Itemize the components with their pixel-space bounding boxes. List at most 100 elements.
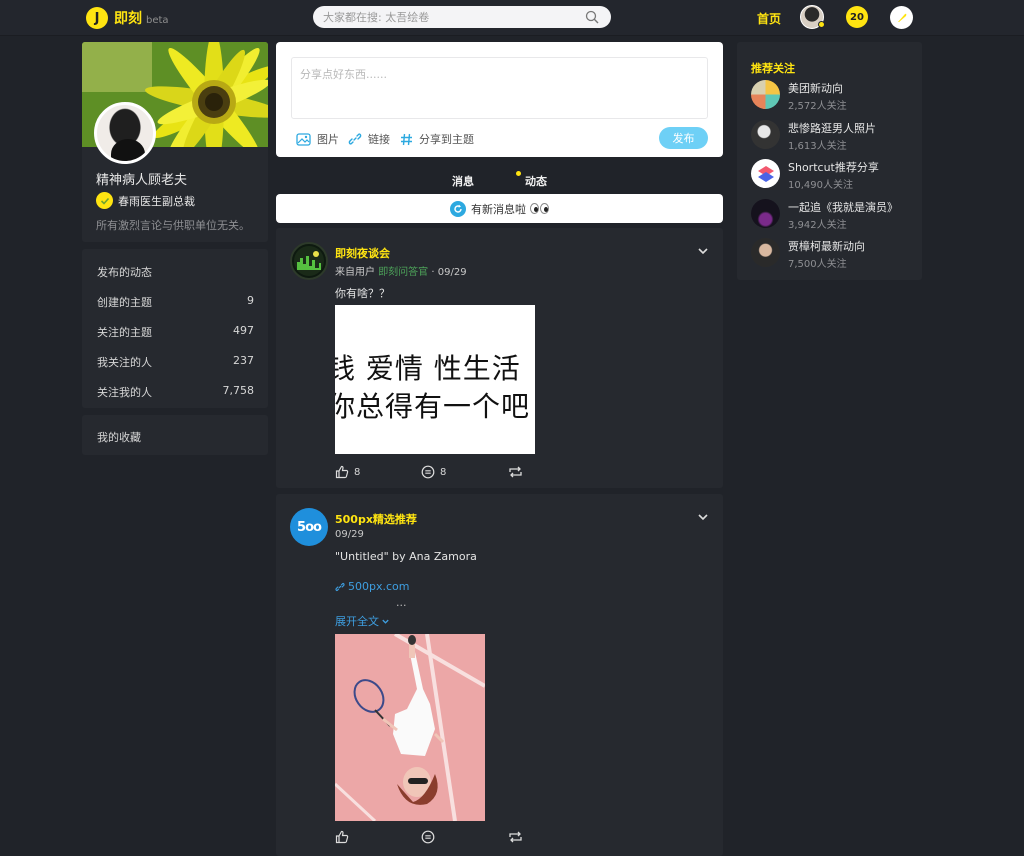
recommend-name: 悲惨路逛男人照片 (788, 122, 876, 135)
profile-name[interactable]: 精神病人顾老夫 (96, 169, 187, 188)
recommend-title: 推荐关注 (751, 62, 795, 75)
recommend-name: 贾樟柯最新动向 (788, 240, 865, 253)
refresh-icon (450, 200, 466, 217)
post-from-source[interactable]: 即刻问答官 (378, 267, 428, 278)
feather-pen-icon (897, 13, 906, 22)
stat-row-following[interactable]: 我关注的人 237 (97, 354, 254, 370)
recommend-followers: 2,572人关注 (788, 101, 847, 112)
logo-badge: J (86, 7, 108, 29)
publish-button[interactable]: 发布 (659, 127, 708, 149)
stat-row-followed-topics[interactable]: 关注的主题 497 (97, 324, 254, 340)
search-icon[interactable] (585, 10, 599, 24)
recommend-avatar (751, 80, 780, 109)
chevron-down-icon (382, 619, 389, 624)
recommend-item[interactable]: 一起追《我就是演员》 3,942人关注 (751, 199, 916, 231)
post-author-avatar[interactable]: 5oo (290, 508, 328, 546)
profile-card: 精神病人顾老夫 春雨医生副总裁 所有激烈言论与供职单位无关。 (82, 42, 268, 242)
beta-label: beta (146, 14, 169, 26)
recommend-name: 一起追《我就是演员》 (788, 201, 898, 214)
recommend-name: Shortcut推荐分享 (788, 161, 879, 174)
stat-row-followers[interactable]: 关注我的人 7,758 (97, 384, 254, 400)
repost-button[interactable] (508, 830, 523, 844)
feed-post: 即刻夜谈会 来自用户 即刻问答官 · 09/29 你有啥？？ 钱 爱情 性生活 … (276, 228, 723, 488)
composer-textarea[interactable] (291, 57, 708, 119)
online-indicator (818, 21, 825, 28)
post-composer: 图片 链接 分享到主题 发布 (276, 42, 723, 157)
stat-label: 创建的主题 (97, 296, 152, 309)
profile-badge-text: 春雨医生副总裁 (118, 194, 195, 208)
recommend-avatar (751, 120, 780, 149)
logo[interactable]: J 即刻 beta (86, 6, 169, 30)
add-link-button[interactable]: 链接 (348, 131, 390, 147)
feed-tabs: 消息 动态 (276, 170, 723, 190)
recommend-followers: 7,500人关注 (788, 259, 847, 270)
nav-home-link[interactable]: 首页 (757, 10, 781, 27)
profile-badge-row: 春雨医生副总裁 (96, 192, 195, 209)
like-button[interactable] (335, 830, 349, 844)
share-to-topic-button[interactable]: 分享到主题 (400, 131, 474, 147)
post-author-avatar[interactable] (290, 242, 328, 280)
recommend-item[interactable]: 悲惨路逛男人照片 1,613人关注 (751, 120, 916, 152)
compose-button[interactable] (890, 6, 913, 29)
recommend-avatar (751, 238, 780, 267)
image-label: 图片 (317, 133, 339, 146)
stat-row-created-topics[interactable]: 创建的主题 9 (97, 294, 254, 310)
add-image-button[interactable]: 图片 (296, 131, 339, 147)
post-from-prefix: 来自用户 (335, 267, 375, 278)
new-messages-banner[interactable]: 有新消息啦 (276, 194, 723, 223)
profile-avatar[interactable] (94, 102, 156, 164)
post-date: · 09/29 (431, 267, 467, 278)
notification-badge[interactable]: 20 (846, 6, 868, 28)
unread-dot (516, 171, 521, 176)
stat-row-posts[interactable]: 发布的动态 (97, 264, 254, 280)
post-link[interactable]: 500px.com (335, 580, 409, 593)
tab-messages[interactable]: 消息 (452, 173, 474, 189)
recommend-name: 美团新动向 (788, 82, 843, 95)
link-label: 链接 (368, 133, 390, 146)
recommend-followers: 10,490人关注 (788, 180, 853, 191)
stat-label: 我关注的人 (97, 356, 152, 369)
stat-label: 关注我的人 (97, 386, 152, 399)
app-name: 即刻 (114, 11, 142, 27)
recommend-followers: 1,613人关注 (788, 141, 847, 152)
recommend-item[interactable]: Shortcut推荐分享 10,490人关注 (751, 159, 916, 191)
stat-value: 7,758 (222, 384, 255, 397)
comment-icon (421, 465, 435, 479)
comment-button[interactable] (421, 830, 435, 844)
favorites-card[interactable]: 我的收藏 (82, 415, 268, 455)
link-icon (335, 582, 345, 591)
comment-button[interactable]: 8 (421, 465, 446, 479)
post-meta: 来自用户 即刻问答官 · 09/29 (335, 263, 467, 278)
chevron-down-icon[interactable] (697, 245, 709, 257)
recommend-item[interactable]: 美团新动向 2,572人关注 (751, 80, 916, 112)
search-box (313, 6, 611, 28)
recommend-avatar (751, 159, 780, 188)
hashtag-icon (400, 133, 413, 146)
profile-bio: 所有激烈言论与供职单位无关。 (96, 219, 250, 232)
search-input[interactable] (313, 6, 573, 28)
stat-label: 关注的主题 (97, 326, 152, 339)
stat-value: 9 (247, 294, 254, 307)
expand-full-text-button[interactable]: 展开全文 (335, 613, 390, 629)
post-author-name[interactable]: 即刻夜谈会 (335, 245, 390, 261)
expand-label: 展开全文 (335, 615, 379, 628)
post-photo[interactable] (335, 634, 485, 821)
feed-post: 5oo 500px精选推荐 09/29 "Untitled" by Ana Za… (276, 494, 723, 856)
like-button[interactable]: 8 (335, 465, 360, 479)
favorites-label: 我的收藏 (97, 431, 141, 444)
tab-activity[interactable]: 动态 (525, 173, 547, 189)
post-image[interactable]: 钱 爱情 性生活 你总得有一个吧 (335, 305, 535, 454)
post-ellipsis: ... (396, 596, 407, 609)
comment-icon (421, 830, 435, 844)
recommend-card: 推荐关注 美团新动向 2,572人关注 悲惨路逛男人照片 1,613人关注 Sh… (737, 42, 922, 280)
stat-value: 237 (233, 354, 254, 367)
repost-button[interactable] (508, 465, 523, 479)
new-messages-text: 有新消息啦 (471, 202, 526, 216)
post-author-name[interactable]: 500px精选推荐 (335, 511, 417, 527)
repost-icon (509, 831, 522, 843)
post-text: "Untitled" by Ana Zamora (335, 550, 477, 563)
post-link-text: 500px.com (348, 580, 410, 593)
recommend-item[interactable]: 贾樟柯最新动向 7,500人关注 (751, 238, 916, 270)
top-navigation-bar: J 即刻 beta 首页 20 (0, 0, 1024, 36)
chevron-down-icon[interactable] (697, 511, 709, 523)
